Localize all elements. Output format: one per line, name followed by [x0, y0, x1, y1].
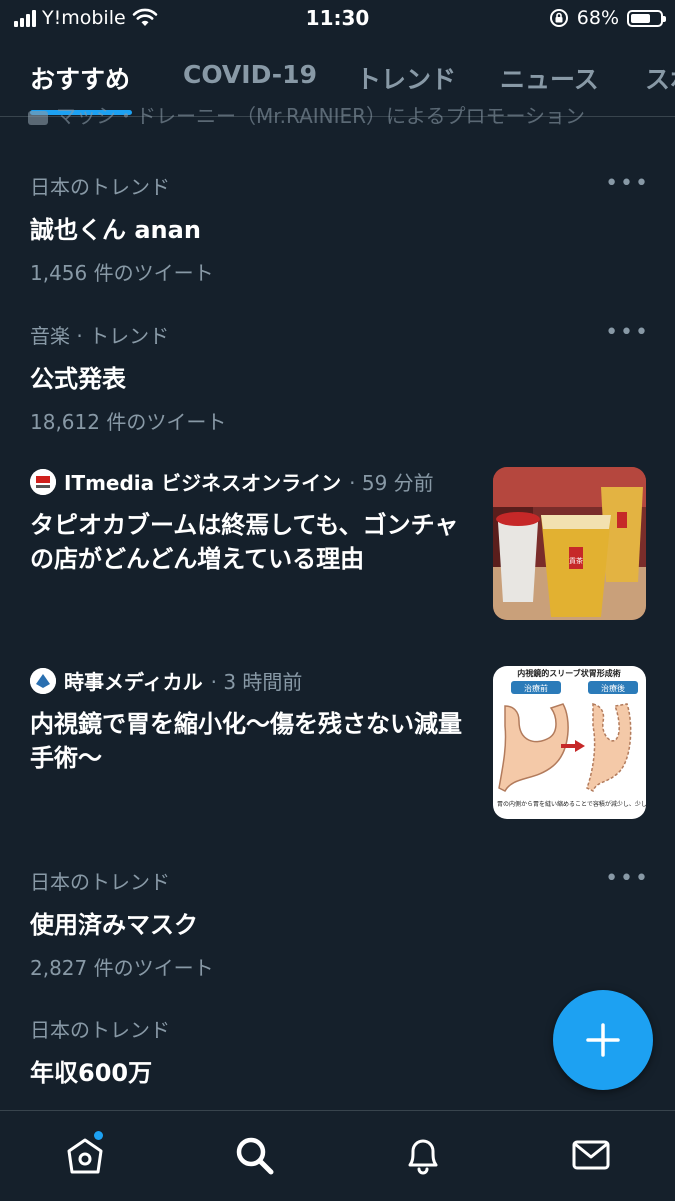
- nav-search[interactable]: [232, 1133, 276, 1177]
- after-label: 治療後: [601, 683, 625, 693]
- promoted-text: マッシ・ドレーニー（Mr.RAINIER）によるプロモーション: [56, 104, 586, 128]
- status-bar: Y!mobile 11:30 68%: [0, 0, 675, 38]
- news-thumbnail[interactable]: 内視鏡的スリーブ状胃形成術 治療前 治療後 胃の内側から胃を縫い縮めることで容積…: [493, 666, 646, 819]
- battery-fill: [631, 13, 650, 23]
- trend-title: 誠也くん anan: [30, 216, 201, 244]
- before-label: 治療前: [524, 683, 548, 693]
- home-notification-dot: [94, 1131, 103, 1140]
- status-right: 68%: [549, 7, 666, 29]
- bell-icon: [408, 1139, 438, 1175]
- trend-item[interactable]: 日本のトレンド 使用済みマスク 2,827 件のツイート •••: [30, 866, 650, 981]
- news-time: · 3 時間前: [210, 670, 303, 694]
- tab-covid19[interactable]: COVID-19: [183, 60, 317, 89]
- news-item[interactable]: 時事メディカル · 3 時間前 内視鏡で胃を縮小化〜傷を残さない減量手術〜 内視…: [30, 666, 646, 819]
- diagram-caption: 胃の内側から胃を縫い縮めることで容積が減少し、少しの食事量で満腹感が得られる: [497, 800, 646, 808]
- promoted-peek: マッシ・ドレーニー（Mr.RAINIER）によるプロモーション: [28, 100, 585, 129]
- trend-count: 2,827 件のツイート: [30, 956, 214, 980]
- trend-title: 使用済みマスク: [30, 911, 198, 939]
- nav-messages[interactable]: [569, 1133, 613, 1177]
- more-options-icon[interactable]: •••: [605, 171, 650, 196]
- tab-trends[interactable]: トレンド: [356, 60, 456, 96]
- trend-context: 音楽 · トレンド: [30, 324, 170, 348]
- bottom-nav: [0, 1110, 675, 1201]
- tab-sports[interactable]: スポ: [645, 60, 675, 96]
- news-headline: 内視鏡で胃を縮小化〜傷を残さない減量手術〜: [30, 710, 462, 772]
- plus-icon: [586, 1023, 620, 1057]
- news-source: ITmedia ビジネスオンライン: [64, 471, 342, 495]
- nav-home[interactable]: [63, 1131, 107, 1177]
- trend-count: 18,612 件のツイート: [30, 410, 227, 434]
- nav-notifications[interactable]: [401, 1133, 445, 1177]
- more-options-icon[interactable]: •••: [605, 320, 650, 345]
- news-source: 時事メディカル: [64, 670, 203, 694]
- news-thumbnail[interactable]: 貢茶: [493, 467, 646, 620]
- trend-count: 1,456 件のツイート: [30, 261, 214, 285]
- battery-percent: 68%: [576, 7, 619, 29]
- news-headline: タピオカブームは終焉しても、ゴンチャの店がどんどん増えている理由: [30, 511, 459, 573]
- battery-icon: [627, 9, 666, 27]
- diagram-title: 内視鏡的スリーブ状胃形成術: [517, 668, 621, 678]
- gong-cha-label: 貢茶: [569, 556, 583, 565]
- trend-context: 日本のトレンド: [30, 870, 170, 894]
- search-icon: [236, 1137, 274, 1175]
- rotation-lock-icon: [549, 9, 568, 27]
- trend-item[interactable]: 日本のトレンド 誠也くん anan 1,456 件のツイート •••: [30, 171, 650, 286]
- itmedia-logo: [30, 468, 56, 495]
- trend-context: 日本のトレンド: [30, 175, 170, 199]
- trend-title: 公式発表: [30, 365, 126, 393]
- home-icon: [67, 1138, 103, 1174]
- news-item[interactable]: ITmedia ビジネスオンライン · 59 分前 タピオカブームは終焉しても、…: [30, 467, 646, 620]
- tab-recommended[interactable]: おすすめ: [30, 60, 130, 96]
- tab-news[interactable]: ニュース: [500, 60, 599, 96]
- compose-button[interactable]: [553, 990, 653, 1090]
- mail-icon: [572, 1140, 610, 1170]
- promoted-icon: [28, 110, 48, 125]
- more-options-icon[interactable]: •••: [605, 866, 650, 891]
- trend-item[interactable]: 音楽 · トレンド 公式発表 18,612 件のツイート •••: [30, 320, 650, 435]
- jiji-medical-logo: [30, 667, 56, 694]
- news-time: · 59 分前: [349, 471, 434, 495]
